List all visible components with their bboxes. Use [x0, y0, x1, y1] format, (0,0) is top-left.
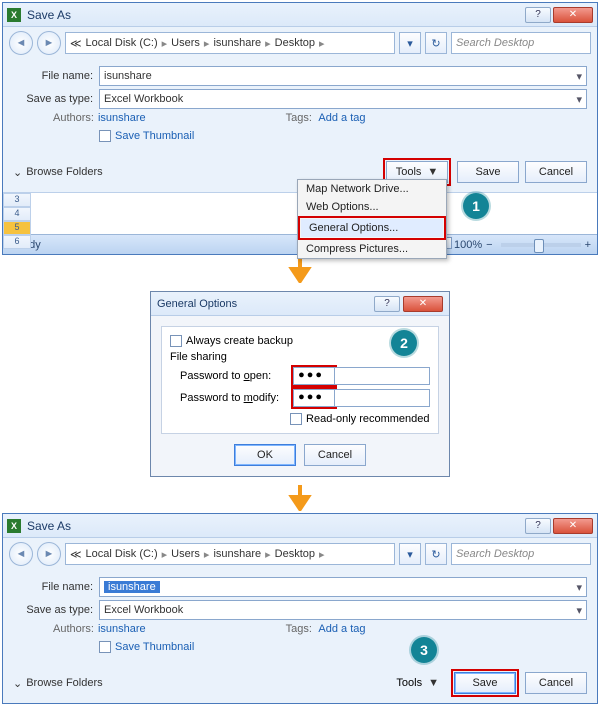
- save-as-type-label: Save as type:: [13, 93, 93, 105]
- back-button[interactable]: ◄: [9, 542, 33, 566]
- save-thumbnail-checkbox[interactable]: [99, 130, 111, 142]
- tags-value[interactable]: Add a tag: [318, 112, 365, 124]
- readonly-label: Read-only recommended: [306, 413, 430, 425]
- file-sharing-label: File sharing: [170, 351, 430, 363]
- callout-1: 1: [463, 193, 489, 219]
- cancel-button[interactable]: Cancel: [525, 672, 587, 694]
- save-as-type-label: Save as type:: [13, 604, 93, 616]
- readonly-checkbox[interactable]: [290, 413, 302, 425]
- authors-label: Authors:: [53, 623, 94, 635]
- forward-button[interactable]: ►: [37, 31, 61, 55]
- file-name-label: File name:: [13, 70, 93, 82]
- password-open-input[interactable]: ●●●: [293, 367, 335, 385]
- authors-label: Authors:: [53, 112, 94, 124]
- save-thumbnail-label: Save Thumbnail: [115, 641, 194, 653]
- tags-label: Tags:: [286, 623, 312, 635]
- nav-row: ◄ ► ≪ Local Disk (C:)▸ Users▸ isunshare▸…: [3, 27, 597, 59]
- refresh-icon[interactable]: ↻: [425, 32, 447, 54]
- back-button[interactable]: ◄: [9, 31, 33, 55]
- save-button[interactable]: Save: [454, 672, 516, 694]
- breadcrumb-prefix: ≪: [70, 37, 82, 50]
- help-button[interactable]: ?: [525, 7, 551, 23]
- file-name-input[interactable]: isunshare: [99, 577, 587, 597]
- password-modify-label: Password to modify:: [180, 392, 293, 404]
- general-options-dialog: General Options ? ✕ Always create backup…: [150, 291, 450, 477]
- tools-button[interactable]: Tools▼: [396, 677, 439, 689]
- zoom-minus-icon[interactable]: −: [486, 239, 492, 251]
- search-input[interactable]: Search Desktop: [451, 543, 591, 565]
- zoom-plus-icon[interactable]: +: [585, 239, 591, 251]
- save-as-dialog-1: X Save As ? ✕ ◄ ► ≪ Local Disk (C:)▸ Use…: [2, 2, 598, 255]
- file-name-label: File name:: [13, 581, 93, 593]
- password-modify-input[interactable]: ●●●: [293, 389, 335, 407]
- ok-button[interactable]: OK: [234, 444, 296, 466]
- excel-icon: X: [7, 8, 21, 22]
- breadcrumb[interactable]: ≪ Local Disk (C:)▸ Users▸ isunshare▸ Des…: [65, 543, 395, 565]
- close-button[interactable]: ✕: [403, 296, 443, 312]
- dropdown-history-icon[interactable]: ▾: [399, 32, 421, 54]
- dialog-title: General Options: [157, 298, 374, 310]
- row-header[interactable]: 4: [3, 207, 31, 221]
- callout-2: 2: [391, 330, 417, 356]
- always-backup-checkbox[interactable]: [170, 335, 182, 347]
- always-backup-label: Always create backup: [186, 335, 293, 347]
- titlebar: X Save As ? ✕: [3, 3, 597, 27]
- dropdown-history-icon[interactable]: ▾: [399, 543, 421, 565]
- password-open-label: Password to open:: [180, 370, 293, 382]
- row-header[interactable]: 3: [3, 193, 31, 207]
- menu-compress-pictures[interactable]: Compress Pictures...: [298, 240, 446, 258]
- row-header[interactable]: 5: [3, 221, 31, 235]
- tags-label: Tags:: [286, 112, 312, 124]
- save-thumbnail-label: Save Thumbnail: [115, 130, 194, 142]
- chevron-down-icon: ⌄: [13, 166, 22, 179]
- help-button[interactable]: ?: [374, 296, 400, 312]
- close-button[interactable]: ✕: [553, 518, 593, 534]
- menu-general-options[interactable]: General Options...: [301, 219, 443, 237]
- save-as-dialog-2: X Save As ? ✕ ◄ ► ≪ Local Disk (C:)▸ Use…: [2, 513, 598, 704]
- browse-folders-toggle[interactable]: ⌄ Browse Folders: [13, 166, 103, 179]
- authors-value[interactable]: isunshare: [98, 623, 146, 635]
- zoom-label: 100%: [454, 239, 482, 251]
- tags-value[interactable]: Add a tag: [318, 623, 365, 635]
- cancel-button[interactable]: Cancel: [304, 444, 366, 466]
- window-title: Save As: [27, 8, 525, 22]
- breadcrumb[interactable]: ≪ Local Disk (C:)▸ Users▸ isunshare▸ Des…: [65, 32, 395, 54]
- forward-button[interactable]: ►: [37, 542, 61, 566]
- file-name-input[interactable]: isunshare: [99, 66, 587, 86]
- callout-3: 3: [411, 637, 437, 663]
- menu-map-network-drive[interactable]: Map Network Drive...: [298, 180, 446, 198]
- close-button[interactable]: ✕: [553, 7, 593, 23]
- refresh-icon[interactable]: ↻: [425, 543, 447, 565]
- window-title: Save As: [27, 519, 525, 533]
- save-as-type-select[interactable]: Excel Workbook: [99, 600, 587, 620]
- menu-web-options[interactable]: Web Options...: [298, 198, 446, 216]
- row-header[interactable]: 6: [3, 235, 31, 249]
- zoom-slider[interactable]: [501, 243, 581, 247]
- arrow-down-icon: [0, 485, 600, 511]
- tools-menu: Map Network Drive... Web Options... Gene…: [297, 179, 447, 259]
- search-input[interactable]: Search Desktop: [451, 32, 591, 54]
- save-as-type-select[interactable]: Excel Workbook: [99, 89, 587, 109]
- excel-icon: X: [7, 519, 21, 533]
- authors-value[interactable]: isunshare: [98, 112, 146, 124]
- cancel-button[interactable]: Cancel: [525, 161, 587, 183]
- save-thumbnail-checkbox[interactable]: [99, 641, 111, 653]
- arrow-down-icon: [0, 257, 600, 283]
- save-button[interactable]: Save: [457, 161, 519, 183]
- help-button[interactable]: ?: [525, 518, 551, 534]
